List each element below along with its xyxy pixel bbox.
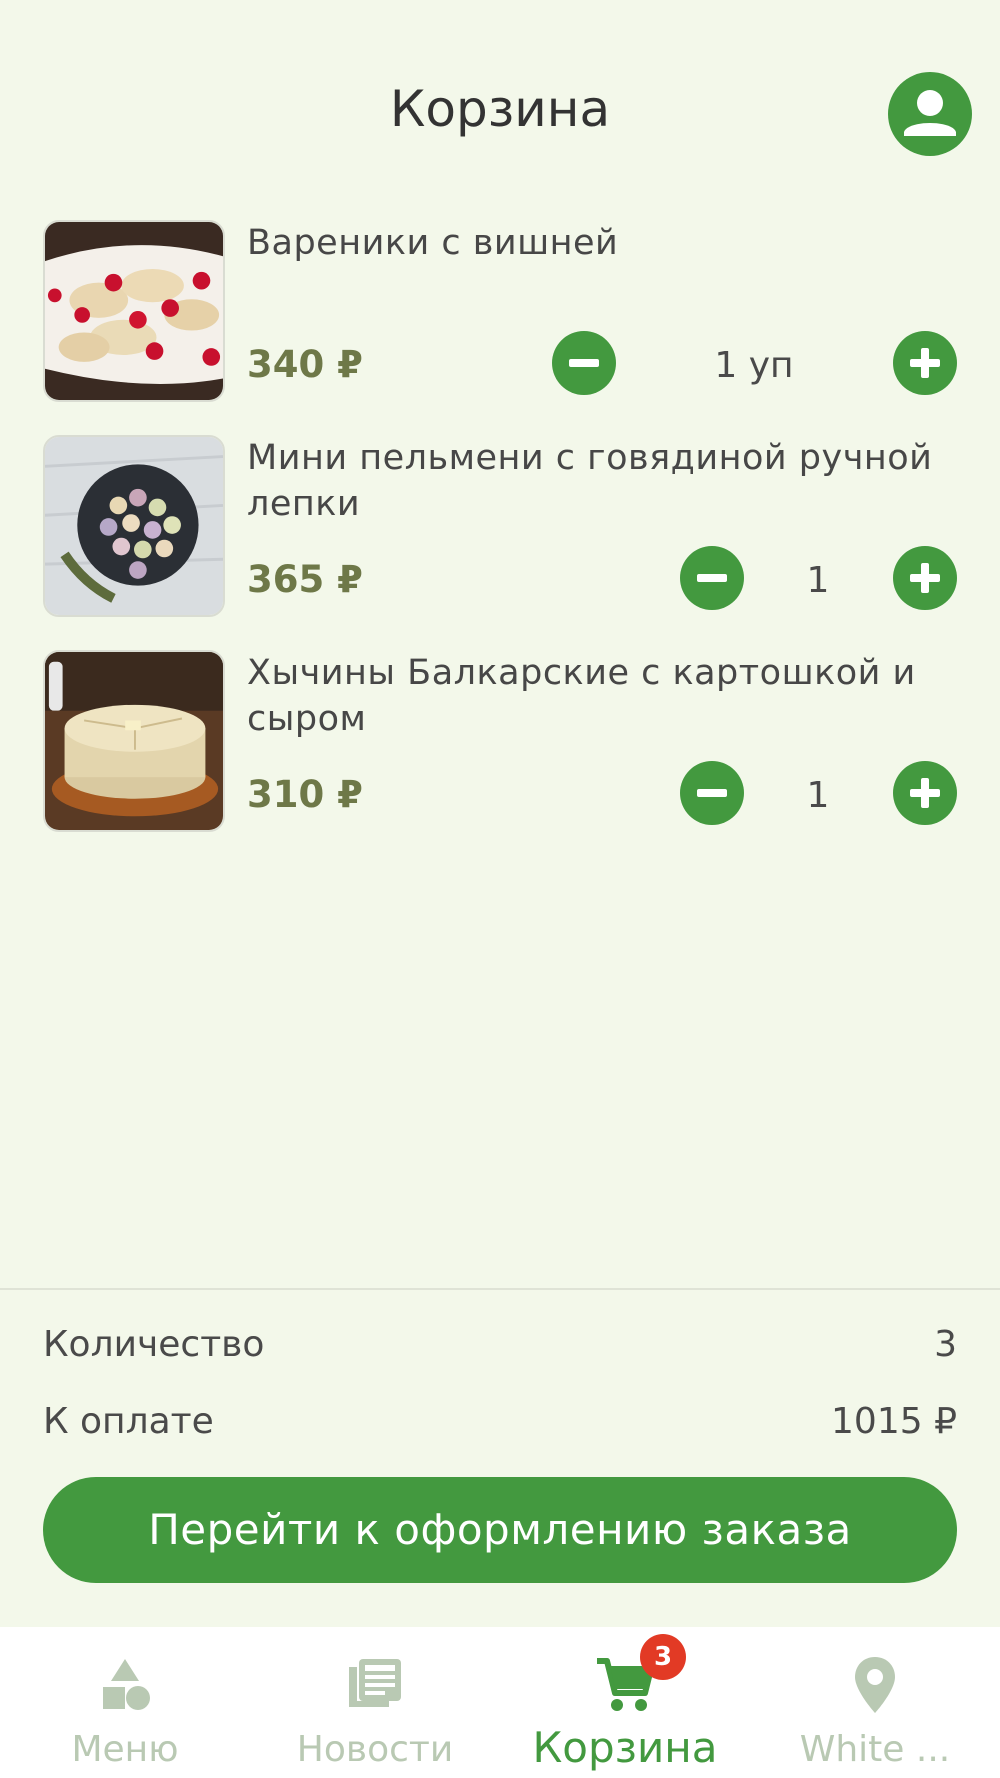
account-circle-icon <box>904 90 956 136</box>
count-label: Количество <box>43 1324 265 1365</box>
cart-badge: 3 <box>640 1634 686 1680</box>
plus-icon <box>910 778 940 808</box>
tab-news[interactable]: Новости <box>250 1627 500 1778</box>
shapes-icon <box>103 1659 150 1710</box>
decrease-button[interactable] <box>552 331 616 395</box>
cart-item: Хычины Балкарские с картошкой и сыром 31… <box>0 650 1000 835</box>
khychiny-photo <box>45 652 223 830</box>
page-title: Корзина <box>389 80 611 138</box>
newspaper-icon <box>349 1659 401 1707</box>
total-label: К оплате <box>43 1401 214 1442</box>
cart-item: Вареники с вишней 340 ₽ 1 уп <box>0 220 1000 405</box>
item-quantity: 1 уп <box>714 345 794 386</box>
item-price: 310 ₽ <box>247 773 363 816</box>
count-value: 3 <box>934 1324 957 1365</box>
tab-location[interactable]: White ... <box>750 1627 1000 1778</box>
item-quantity: 1 <box>806 775 830 816</box>
tab-menu[interactable]: Меню <box>0 1627 250 1778</box>
summary-divider <box>0 1288 1000 1290</box>
total-value: 1015 ₽ <box>831 1401 957 1442</box>
decrease-button[interactable] <box>680 546 744 610</box>
item-price: 365 ₽ <box>247 558 363 601</box>
minus-icon <box>697 574 727 582</box>
minus-icon <box>697 789 727 797</box>
checkout-button[interactable]: Перейти к оформлению заказа <box>43 1477 957 1583</box>
plus-icon <box>910 348 940 378</box>
product-image <box>43 650 225 832</box>
bottom-tab-bar: Меню Новости Корзина White ... <box>0 1627 1000 1778</box>
mini-pelmeni-photo <box>45 437 223 615</box>
item-name: Вареники с вишней <box>247 223 619 263</box>
product-image <box>43 435 225 617</box>
tab-label: Корзина <box>532 1723 718 1772</box>
cart-item: Мини пельмени с говядиной ручной лепки 3… <box>0 435 1000 620</box>
header: Корзина <box>0 0 1000 215</box>
increase-button[interactable] <box>893 761 957 825</box>
minus-icon <box>569 359 599 367</box>
decrease-button[interactable] <box>680 761 744 825</box>
item-price: 340 ₽ <box>247 343 363 386</box>
tab-label: White ... <box>799 1729 951 1770</box>
item-name: Хычины Балкарские с картошкой и сыром <box>247 653 916 739</box>
increase-button[interactable] <box>893 331 957 395</box>
increase-button[interactable] <box>893 546 957 610</box>
plus-icon <box>910 563 940 593</box>
dumplings-cherry-photo <box>45 222 223 400</box>
tab-label: Новости <box>296 1729 454 1770</box>
item-name: Мини пельмени с говядиной ручной лепки <box>247 438 933 524</box>
location-pin-icon <box>855 1657 895 1713</box>
item-quantity: 1 <box>806 560 830 601</box>
profile-button[interactable] <box>888 72 972 156</box>
tab-label: Меню <box>71 1729 179 1770</box>
product-image <box>43 220 225 402</box>
tab-cart[interactable]: Корзина <box>500 1627 750 1778</box>
